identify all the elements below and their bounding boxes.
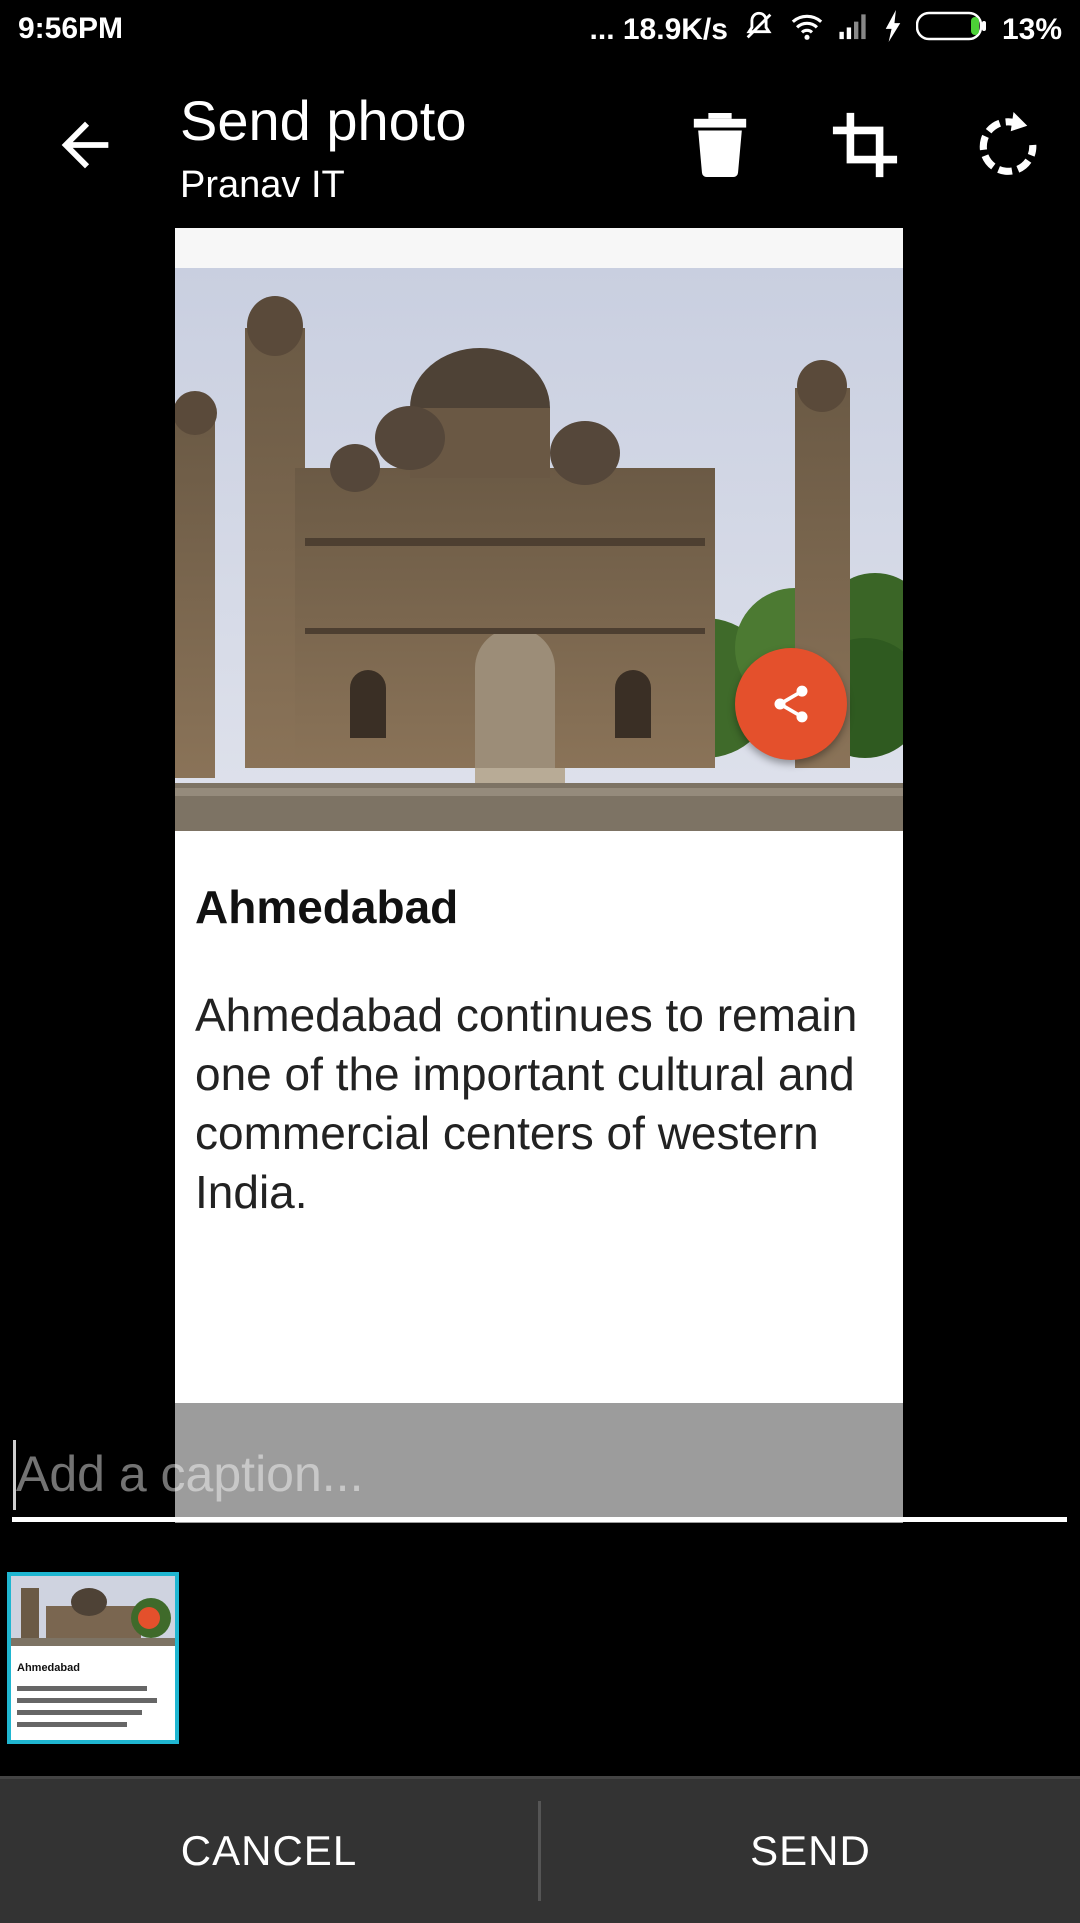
thumbnail-text-line xyxy=(17,1698,157,1703)
status-time: 9:56PM xyxy=(18,12,124,45)
caption-underline xyxy=(12,1517,1067,1522)
crop-button[interactable] xyxy=(825,105,905,185)
photo-preview[interactable]: Ahmedabad Ahmedabad continues to remain … xyxy=(175,228,903,1523)
recipient-name: Pranav IT xyxy=(180,164,345,206)
rotate-icon xyxy=(979,112,1037,175)
thumbnail-title: Ahmedabad xyxy=(17,1662,80,1674)
rotate-button[interactable] xyxy=(968,105,1048,185)
delete-button[interactable] xyxy=(680,105,760,185)
bottom-action-bar: CANCEL SEND xyxy=(0,1776,1080,1923)
back-button[interactable] xyxy=(50,110,120,180)
share-icon xyxy=(774,685,808,723)
charging-icon xyxy=(884,10,902,50)
status-icons: ... 18.9K/s 13% xyxy=(589,9,1062,51)
card-description: Ahmedabad continues to remain one of the… xyxy=(195,989,858,1218)
card-title: Ahmedabad xyxy=(195,881,459,933)
text-cursor xyxy=(13,1440,16,1510)
photo-thumbnail[interactable]: Ahmedabad xyxy=(7,1572,179,1744)
thumbnail-image xyxy=(11,1576,175,1646)
network-speed: ... 18.9K/s xyxy=(589,13,728,46)
thumbnail-text-line xyxy=(17,1686,147,1691)
thumbnail-text-line xyxy=(17,1722,127,1727)
delete-icon xyxy=(693,113,747,177)
share-button[interactable] xyxy=(735,648,847,760)
mute-icon xyxy=(742,9,776,51)
send-button[interactable]: SEND xyxy=(541,1779,1080,1923)
battery-icon xyxy=(915,11,988,49)
card-top-strip xyxy=(175,228,903,268)
back-arrow-icon xyxy=(61,121,109,169)
cancel-button[interactable]: CANCEL xyxy=(0,1779,538,1923)
status-bar: 9:56PM ... 18.9K/s 13% xyxy=(0,0,1080,60)
signal-icon xyxy=(838,11,870,49)
crop-icon xyxy=(832,112,898,178)
caption-input[interactable] xyxy=(12,1440,1071,1508)
battery-percent: 13% xyxy=(1001,13,1062,46)
page-title: Send photo xyxy=(180,89,467,152)
wifi-icon xyxy=(790,11,824,49)
thumbnail-text-line xyxy=(17,1710,142,1715)
